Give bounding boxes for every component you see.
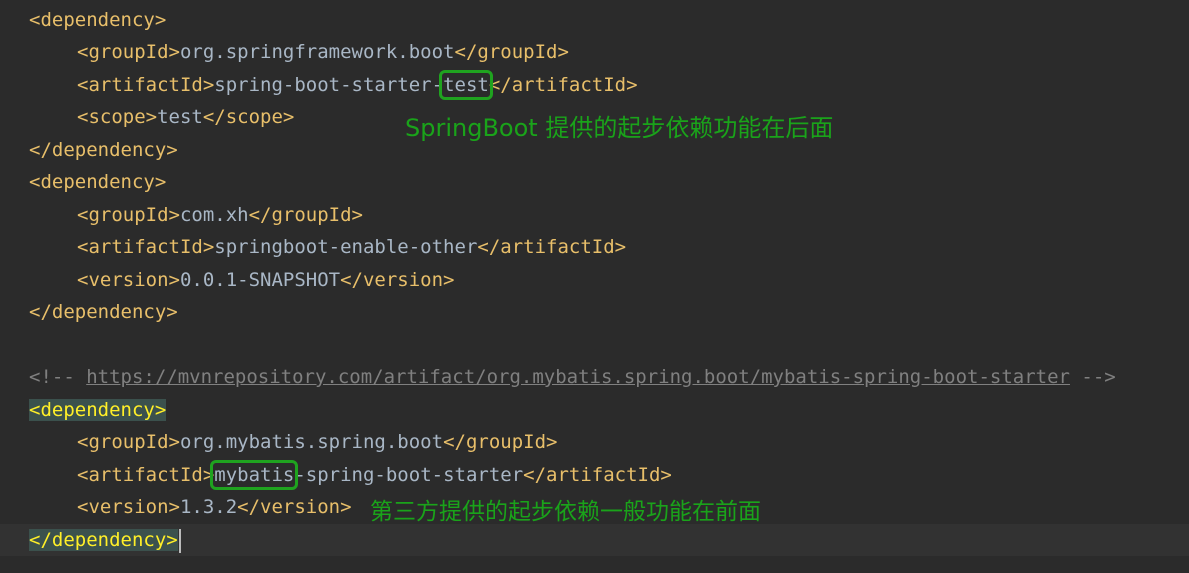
xml-tag: </groupId> — [443, 431, 558, 453]
xml-value: 0.0.1-SNAPSHOT — [179, 269, 341, 291]
xml-value: -spring-boot-starter — [294, 464, 524, 486]
xml-tag: </artifactId> — [523, 464, 672, 486]
code-line[interactable]: <groupId>org.springframework.boot</group… — [0, 36, 1189, 68]
xml-tag: <dependency> — [29, 171, 167, 193]
xml-tag: </artifactId> — [477, 236, 627, 258]
xml-tag: </dependency> — [29, 301, 178, 323]
xml-tag: </artifactId> — [488, 74, 638, 96]
xml-tag: </dependency> — [29, 139, 178, 161]
xml-tag: </groupId> — [248, 204, 363, 226]
xml-value: org.mybatis.spring.boot — [179, 431, 444, 453]
code-line[interactable]: <version>0.0.1-SNAPSHOT</version> — [0, 264, 1189, 296]
xml-value: test — [157, 106, 203, 128]
xml-tag: </version> — [340, 269, 455, 291]
comment-close: --> — [1069, 366, 1116, 388]
text-caret — [178, 528, 181, 553]
code-line[interactable]: <!-- https://mvnrepository.com/artifact/… — [0, 361, 1189, 393]
code-editor[interactable]: <dependency> <groupId>org.springframewor… — [0, 0, 1189, 573]
highlighted-suffix-test: test — [439, 70, 493, 100]
mvnrepository-link[interactable]: https://mvnrepository.com/artifact/org.m… — [86, 366, 1070, 388]
xml-value: org.springframework.boot — [179, 41, 455, 63]
code-line-empty[interactable] — [0, 329, 1189, 361]
code-line[interactable]: <artifactId>springboot-enable-other</art… — [0, 231, 1189, 263]
code-line[interactable]: <dependency> — [0, 394, 1189, 426]
xml-tag: <artifactId> — [77, 464, 215, 486]
xml-tag: <groupId> — [77, 41, 180, 63]
xml-tag: <groupId> — [77, 204, 180, 226]
code-line-current[interactable]: </dependency> — [0, 524, 1189, 556]
annotation-third-party-starter: 第三方提供的起步依赖一般功能在前面 — [370, 499, 761, 525]
annotation-springboot-starter: SpringBoot 提供的起步依赖功能在后面 — [405, 114, 834, 142]
xml-tag: <scope> — [77, 106, 158, 128]
xml-value: com.xh — [179, 204, 249, 226]
code-line[interactable]: <groupId>com.xh</groupId> — [0, 199, 1189, 231]
comment-open: <!-- — [29, 366, 87, 388]
xml-tag: <groupId> — [77, 431, 180, 453]
code-line[interactable]: <groupId>org.mybatis.spring.boot</groupI… — [0, 426, 1189, 458]
matched-xml-tag: </dependency> — [29, 529, 178, 551]
matched-xml-tag: <dependency> — [29, 399, 167, 421]
xml-tag: <artifactId> — [77, 236, 215, 258]
code-line[interactable]: <artifactId>spring-boot-starter-test</ar… — [0, 69, 1189, 101]
xml-tag: </scope> — [202, 106, 295, 128]
highlighted-prefix-mybatis: mybatis — [210, 460, 299, 490]
xml-value: 1.3.2 — [179, 496, 238, 518]
xml-value: springboot-enable-other — [214, 236, 478, 258]
xml-tag: </groupId> — [454, 41, 569, 63]
xml-tag: <artifactId> — [77, 74, 215, 96]
code-line[interactable]: <dependency> — [0, 4, 1189, 36]
xml-tag: <version> — [77, 496, 180, 518]
code-line[interactable]: <artifactId>mybatis-spring-boot-starter<… — [0, 459, 1189, 491]
code-line[interactable]: </dependency> — [0, 296, 1189, 328]
xml-tag: <version> — [77, 269, 180, 291]
xml-tag: </version> — [237, 496, 352, 518]
xml-tag: <dependency> — [29, 9, 167, 31]
xml-value: spring-boot-starter- — [214, 74, 444, 96]
code-line[interactable]: <dependency> — [0, 166, 1189, 198]
